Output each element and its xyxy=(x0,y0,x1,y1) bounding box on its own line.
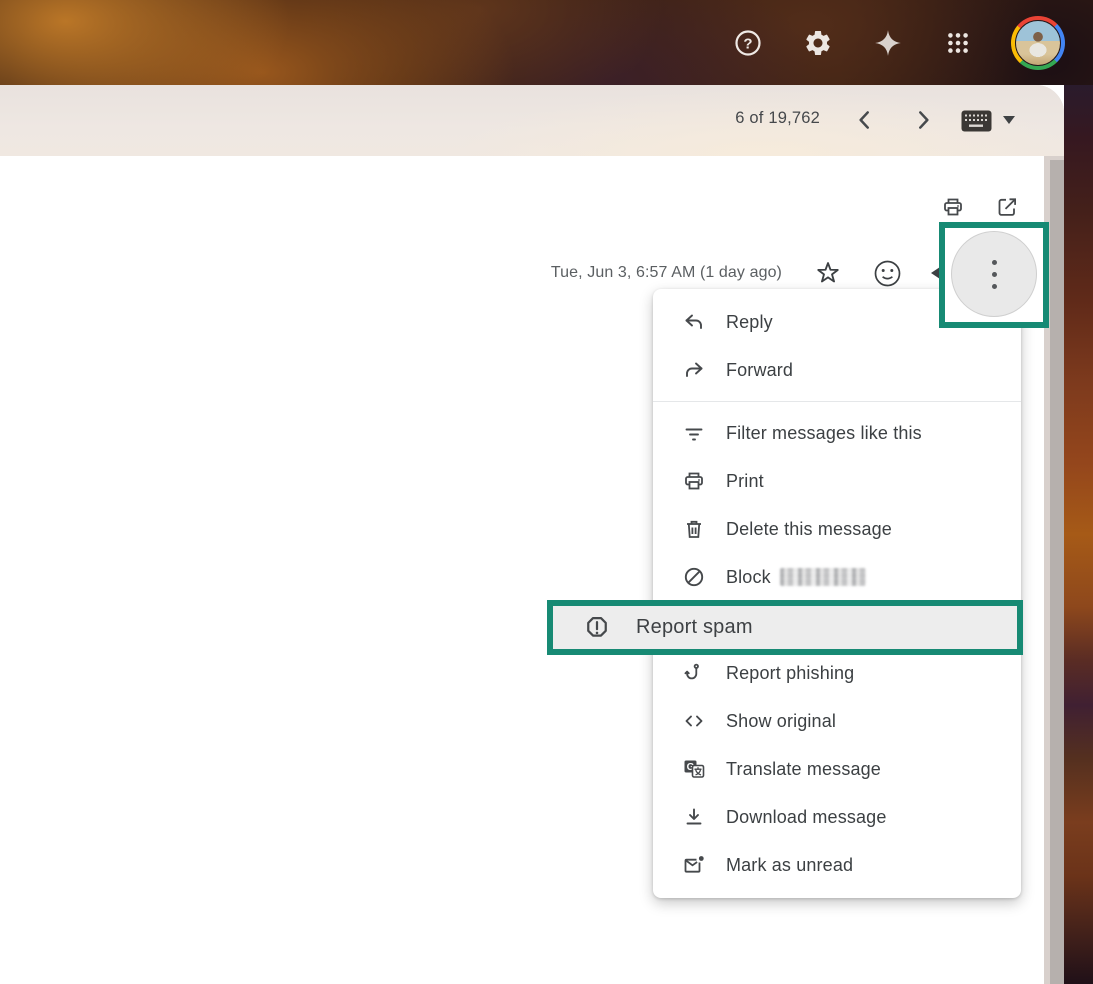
redacted-sender-name xyxy=(780,568,866,586)
report-spam-label: Report spam xyxy=(636,616,753,639)
download-icon xyxy=(682,805,706,829)
block-icon xyxy=(682,565,706,589)
emoji-icon[interactable] xyxy=(873,259,902,288)
menu-item-label: Show original xyxy=(726,711,836,732)
menu-item-forward[interactable]: Forward xyxy=(653,346,1021,394)
three-dots-glyph xyxy=(992,260,997,289)
help-icon[interactable]: ? xyxy=(731,26,765,60)
more-vert-icon[interactable] xyxy=(951,231,1037,317)
annotation-box-report-spam[interactable]: Report spam xyxy=(547,600,1023,655)
phishing-hook-icon xyxy=(682,661,706,685)
settings-gear-icon[interactable] xyxy=(801,26,835,60)
menu-item-delete[interactable]: Delete this message xyxy=(653,505,1021,553)
code-icon xyxy=(682,709,706,733)
menu-item-label: Block xyxy=(726,567,866,588)
menu-item-label: Delete this message xyxy=(726,519,892,540)
avatar-photo xyxy=(1015,20,1061,66)
menu-item-filter[interactable]: Filter messages like this xyxy=(653,409,1021,457)
menu-item-label: Translate message xyxy=(726,759,881,780)
menu-item-show-original[interactable]: Show original xyxy=(653,697,1021,745)
menu-item-mark-unread[interactable]: Mark as unread xyxy=(653,841,1021,889)
profile-avatar[interactable] xyxy=(1011,16,1065,70)
email-date: Tue, Jun 3, 6:57 AM (1 day ago) xyxy=(482,264,782,282)
message-more-menu: Reply Forward Filter messages like this xyxy=(653,289,1021,898)
wallpaper-right-strip xyxy=(1064,85,1093,984)
menu-divider xyxy=(653,401,1021,402)
menu-item-label: Forward xyxy=(726,360,793,381)
toolbar-band xyxy=(0,85,1064,156)
star-icon[interactable] xyxy=(815,260,841,286)
older-chevron-icon[interactable] xyxy=(910,107,936,133)
gemini-sparkle-icon[interactable] xyxy=(871,26,905,60)
input-tools-caret-icon[interactable] xyxy=(1003,116,1015,124)
menu-item-label: Filter messages like this xyxy=(726,423,922,444)
menu-item-print[interactable]: Print xyxy=(653,457,1021,505)
menu-item-download[interactable]: Download message xyxy=(653,793,1021,841)
print-icon[interactable] xyxy=(941,195,965,219)
gmail-screen: ? xyxy=(0,0,1093,984)
gmail-header-actions: ? xyxy=(731,0,1065,85)
mark-unread-icon xyxy=(682,853,706,877)
keyboard-input-tools-icon[interactable] xyxy=(961,110,992,132)
menu-item-label: Report phishing xyxy=(726,663,854,684)
annotation-box-more-button xyxy=(939,222,1049,328)
menu-item-label: Reply xyxy=(726,312,773,333)
menu-item-translate[interactable]: G Translate message xyxy=(653,745,1021,793)
menu-item-report-phishing[interactable]: Report phishing xyxy=(653,649,1021,697)
forward-icon xyxy=(682,358,706,382)
delete-icon xyxy=(682,517,706,541)
apps-grid-icon[interactable] xyxy=(941,26,975,60)
menu-item-label: Mark as unread xyxy=(726,855,853,876)
menu-item-label: Print xyxy=(726,471,764,492)
pagination-counter: 6 of 19,762 xyxy=(700,109,820,128)
translate-icon: G xyxy=(682,757,706,781)
browser-top-bar: ? xyxy=(0,0,1093,85)
filter-icon xyxy=(682,421,706,445)
print-icon xyxy=(682,469,706,493)
menu-item-label: Download message xyxy=(726,807,887,828)
svg-text:?: ? xyxy=(743,35,752,52)
scrollbar-thumb[interactable] xyxy=(1050,160,1064,984)
reply-icon xyxy=(682,310,706,334)
menu-item-block[interactable]: Block xyxy=(653,553,1021,601)
newer-chevron-icon[interactable] xyxy=(852,107,878,133)
open-in-new-icon[interactable] xyxy=(995,195,1019,219)
report-spam-icon xyxy=(583,614,611,642)
